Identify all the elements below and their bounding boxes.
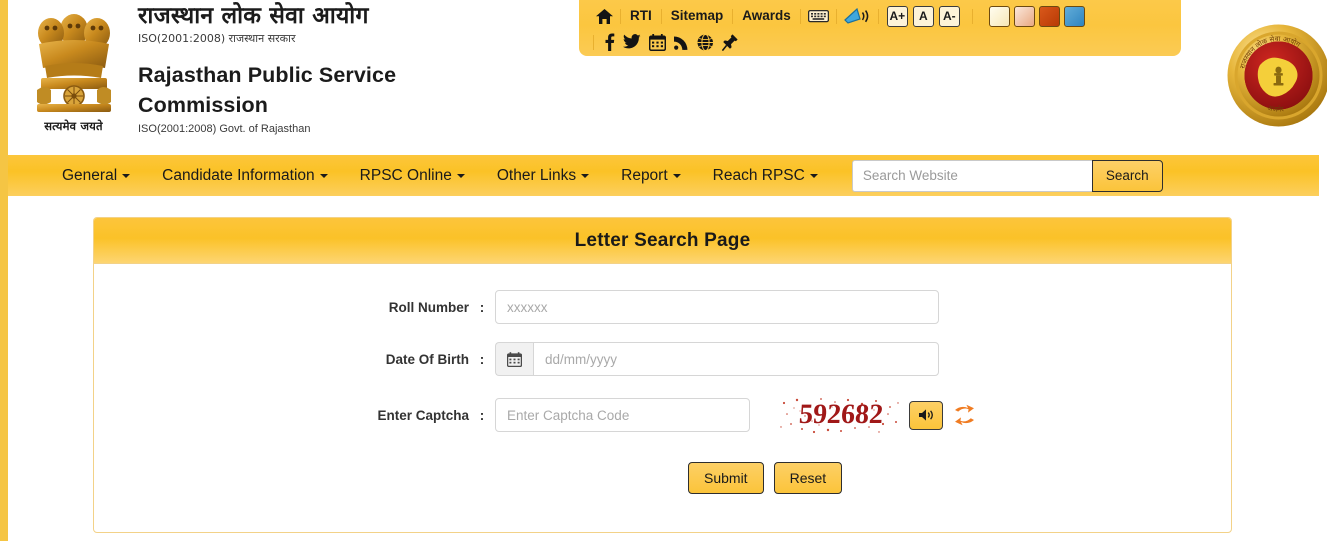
keyboard-icon[interactable] bbox=[801, 9, 836, 23]
top-utility-row-2 bbox=[589, 29, 1181, 55]
screen-reader-icon[interactable] bbox=[837, 7, 878, 25]
page-title: Letter Search Page bbox=[574, 229, 751, 251]
colon: : bbox=[479, 299, 485, 315]
date-of-birth-label: Date Of Birth bbox=[385, 351, 469, 367]
emblem-caption: सत्यमेव जयते bbox=[44, 119, 103, 133]
theme-swatch-blue[interactable] bbox=[1063, 5, 1085, 27]
colon: : bbox=[479, 351, 485, 367]
nav-label: Other Links bbox=[496, 167, 577, 184]
ashoka-emblem: सत्यमेव जयते bbox=[26, 6, 121, 138]
divider bbox=[877, 8, 879, 24]
nav-item-rpsc-online[interactable]: RPSC Online bbox=[344, 155, 481, 196]
letter-search-panel: Letter Search Page Roll Number : Date Of… bbox=[93, 217, 1232, 533]
panel-header: Letter Search Page bbox=[94, 218, 1231, 264]
nav-item-candidate-information[interactable]: Candidate Information bbox=[146, 155, 344, 196]
title-english-line1: Rajasthan Public Service bbox=[138, 63, 397, 87]
page-left-edge bbox=[0, 0, 8, 541]
chevron-down-icon bbox=[672, 173, 681, 178]
nav-label: Candidate Information bbox=[162, 167, 315, 184]
twitter-icon[interactable] bbox=[619, 34, 645, 50]
title-english-line2: Commission bbox=[138, 93, 269, 117]
divider bbox=[593, 34, 594, 50]
search-button[interactable]: Search bbox=[1091, 159, 1163, 192]
nav-label: Reach RPSC bbox=[712, 167, 805, 184]
theme-swatch-orange[interactable] bbox=[1038, 5, 1060, 27]
site-search: Search bbox=[851, 159, 1163, 192]
colon: : bbox=[479, 407, 485, 423]
date-of-birth-input[interactable] bbox=[533, 342, 939, 376]
main-navigation: General Candidate Information RPSC Onlin… bbox=[8, 155, 1319, 196]
form-row-captcha: Enter Captcha : Enter Captcha Code 59268… bbox=[94, 394, 1231, 436]
top-utility-bar: RTI Sitemap Awards A+ A A- bbox=[579, 0, 1181, 56]
captcha-label: Enter Captcha bbox=[377, 407, 469, 423]
roll-number-input[interactable] bbox=[495, 290, 939, 324]
nav-item-report[interactable]: Report bbox=[605, 155, 697, 196]
form-row-date-of-birth: Date Of Birth : bbox=[94, 342, 1231, 376]
page-root: सत्यमेव जयते राजस्थान लोक सेवा आयोग ISO(… bbox=[0, 0, 1327, 541]
facebook-icon[interactable] bbox=[600, 33, 619, 51]
iso-hindi: ISO(2001:2008) राजस्थान सरकार bbox=[138, 32, 296, 45]
form-row-roll-number: Roll Number : bbox=[94, 290, 1231, 324]
date-input-group bbox=[495, 342, 939, 376]
panel-body: Roll Number : Date Of Birth : bbox=[94, 264, 1231, 494]
chevron-down-icon bbox=[456, 173, 465, 178]
chevron-down-icon bbox=[122, 173, 131, 178]
reset-button[interactable]: Reset bbox=[773, 462, 843, 494]
site-header: सत्यमेव जयते राजस्थान लोक सेवा आयोग ISO(… bbox=[8, 0, 1327, 155]
captcha-input[interactable] bbox=[495, 398, 750, 432]
pin-icon[interactable] bbox=[718, 33, 742, 51]
top-utility-row-1: RTI Sitemap Awards A+ A A- bbox=[589, 3, 1181, 29]
roll-number-label: Roll Number bbox=[388, 299, 469, 315]
chevron-down-icon bbox=[809, 173, 818, 178]
topbar-link-sitemap[interactable]: Sitemap bbox=[662, 5, 733, 27]
theme-swatch-cream[interactable] bbox=[988, 5, 1010, 27]
speaker-icon[interactable] bbox=[909, 400, 943, 430]
font-size-increase-button[interactable]: A+ bbox=[886, 5, 908, 27]
nav-item-other-links[interactable]: Other Links bbox=[481, 155, 605, 196]
font-size-decrease-button[interactable]: A- bbox=[938, 5, 960, 27]
font-size-controls: A+ A A- bbox=[886, 5, 960, 27]
rpsc-logo: राजस्थान लोक सेवा आयोग अजमेर bbox=[1226, 23, 1327, 128]
calendar-icon[interactable] bbox=[495, 342, 533, 376]
nav-label: Report bbox=[621, 167, 668, 184]
font-size-normal-button[interactable]: A bbox=[912, 5, 934, 27]
topbar-link-awards[interactable]: Awards bbox=[733, 5, 800, 27]
chevron-down-icon bbox=[319, 173, 328, 178]
site-title-block: राजस्थान लोक सेवा आयोग ISO(2001:2008) रा… bbox=[138, 2, 568, 137]
title-hindi: राजस्थान लोक सेवा आयोग bbox=[138, 3, 369, 29]
nav-item-general[interactable]: General bbox=[46, 155, 146, 196]
captcha-area: 592682 bbox=[778, 394, 976, 436]
theme-swatch-peach[interactable] bbox=[1013, 5, 1035, 27]
nav-item-reach-rpsc[interactable]: Reach RPSC bbox=[697, 155, 834, 196]
theme-color-swatches bbox=[988, 5, 1085, 27]
nav-label: RPSC Online bbox=[359, 167, 452, 184]
form-actions: Submit Reset bbox=[94, 462, 1231, 494]
chevron-down-icon bbox=[581, 173, 590, 178]
rss-icon[interactable] bbox=[670, 34, 693, 50]
nav-label: General bbox=[62, 167, 118, 184]
refresh-icon[interactable] bbox=[953, 403, 976, 427]
search-input[interactable] bbox=[851, 159, 1092, 192]
divider bbox=[971, 8, 973, 24]
calendar-icon[interactable] bbox=[645, 33, 670, 51]
globe-icon[interactable] bbox=[693, 33, 718, 51]
home-icon[interactable] bbox=[589, 8, 620, 24]
submit-button[interactable]: Submit bbox=[688, 462, 764, 494]
topbar-link-rti[interactable]: RTI bbox=[621, 5, 661, 27]
iso-english: ISO(2001:2008) Govt. of Rajasthan bbox=[138, 123, 311, 135]
captcha-image: 592682 bbox=[778, 394, 903, 436]
captcha-code: 592682 bbox=[797, 399, 884, 430]
